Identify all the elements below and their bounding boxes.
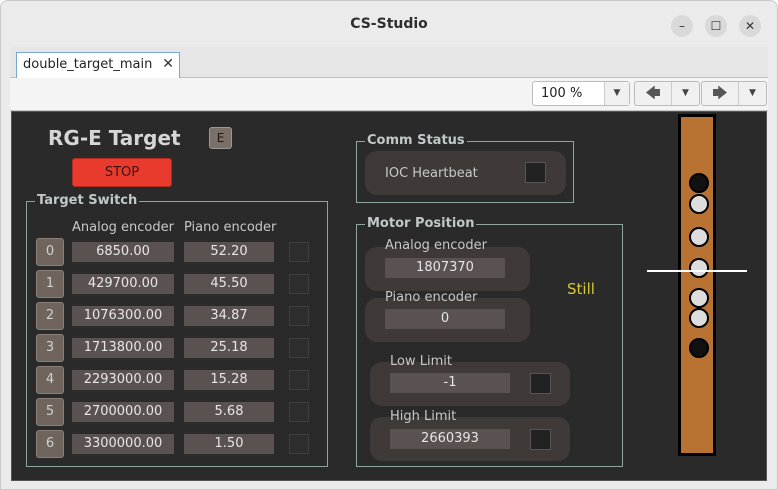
zoom-select[interactable]: 100 % ▼ xyxy=(532,81,630,106)
chevron-down-icon[interactable]: ▼ xyxy=(738,82,766,105)
motor-piano-value: 0 xyxy=(385,309,505,329)
chevron-down-icon[interactable]: ▼ xyxy=(604,82,629,105)
beam-position-line xyxy=(647,270,747,272)
forward-button[interactable]: 🡆 ▼ xyxy=(701,81,767,106)
target-1-button[interactable]: 1 xyxy=(36,270,64,298)
target-3-led xyxy=(289,338,309,358)
analog-value-4: 2293000.00 xyxy=(72,370,174,390)
target-3-button[interactable]: 3 xyxy=(36,334,64,362)
high-limit-value: 2660393 xyxy=(390,429,510,449)
motor-state: Still xyxy=(567,280,595,298)
target-hole-5 xyxy=(689,308,709,328)
heartbeat-led xyxy=(525,162,546,183)
motor-analog-value: 1807370 xyxy=(385,258,505,278)
analog-value-0: 6850.00 xyxy=(72,242,174,262)
tab-bar: double_target_main ✕ xyxy=(10,47,768,78)
title-bar: CS-Studio – ☐ ✕ xyxy=(1,1,777,47)
target-hole-0 xyxy=(689,173,709,193)
target-hole-6 xyxy=(689,338,709,358)
low-limit-value: -1 xyxy=(390,373,510,393)
motor-analog-label: Analog encoder xyxy=(385,238,487,253)
piano-encoder-header: Piano encoder xyxy=(184,220,277,235)
target-2-led xyxy=(289,306,309,326)
analog-value-2: 1076300.00 xyxy=(72,306,174,326)
target-5-button[interactable]: 5 xyxy=(36,398,64,426)
analog-value-6: 3300000.00 xyxy=(72,434,174,454)
cs-studio-window: CS-Studio – ☐ ✕ double_target_main ✕ 100… xyxy=(0,0,778,490)
piano-value-3: 25.18 xyxy=(184,338,274,358)
page-title: RG-E Target xyxy=(48,126,181,150)
arrow-left-icon: 🡄 xyxy=(645,84,661,102)
target-hole-1 xyxy=(689,194,709,214)
target-1-led xyxy=(289,274,309,294)
ioc-heartbeat-label: IOC Heartbeat xyxy=(385,166,478,181)
analog-encoder-header: Analog encoder xyxy=(72,220,174,235)
analog-value-5: 2700000.00 xyxy=(72,402,174,422)
minimize-icon[interactable]: – xyxy=(671,15,693,37)
motor-piano-label: Piano encoder xyxy=(385,290,478,305)
back-button[interactable]: 🡄 ▼ xyxy=(634,81,700,106)
target-4-led xyxy=(289,370,309,390)
comm-status-label: Comm Status xyxy=(365,133,467,148)
low-limit-led xyxy=(530,373,551,394)
zoom-value: 100 % xyxy=(541,86,583,101)
tab-close-icon[interactable]: ✕ xyxy=(162,56,174,72)
arrow-right-icon: 🡆 xyxy=(712,84,728,102)
target-0-button[interactable]: 0 xyxy=(36,238,64,266)
target-ladder xyxy=(678,114,716,456)
target-5-led xyxy=(289,402,309,422)
piano-value-4: 15.28 xyxy=(184,370,274,390)
display-toolbar: 100 % ▼ 🡄 ▼ 🡆 ▼ xyxy=(10,78,768,111)
display-panel: RG-E Target E STOP Target Switch Analog … xyxy=(11,111,767,481)
piano-value-0: 52.20 xyxy=(184,242,274,262)
target-6-button[interactable]: 6 xyxy=(36,430,64,458)
target-hole-4 xyxy=(689,288,709,308)
target-4-button[interactable]: 4 xyxy=(36,366,64,394)
piano-value-2: 34.87 xyxy=(184,306,274,326)
analog-value-3: 1713800.00 xyxy=(72,338,174,358)
target-6-led xyxy=(289,434,309,454)
target-0-led xyxy=(289,242,309,262)
tab-label: double_target_main xyxy=(23,57,153,72)
window-title: CS-Studio xyxy=(350,16,428,32)
piano-value-5: 5.68 xyxy=(184,402,274,422)
target-2-button[interactable]: 2 xyxy=(36,302,64,330)
close-icon[interactable]: ✕ xyxy=(739,15,761,37)
maximize-icon[interactable]: ☐ xyxy=(705,15,727,37)
tab-double-target-main[interactable]: double_target_main ✕ xyxy=(16,52,180,78)
motor-position-label: Motor Position xyxy=(365,216,477,231)
piano-value-1: 45.50 xyxy=(184,274,274,294)
high-limit-led xyxy=(530,429,551,450)
low-limit-label: Low Limit xyxy=(390,354,452,369)
e-button[interactable]: E xyxy=(209,127,232,149)
target-hole-3 xyxy=(689,258,709,278)
high-limit-label: High Limit xyxy=(390,409,457,424)
analog-value-1: 429700.00 xyxy=(72,274,174,294)
target-switch-group: Target Switch xyxy=(26,193,328,467)
piano-value-6: 1.50 xyxy=(184,434,274,454)
target-hole-2 xyxy=(689,227,709,247)
target-switch-label: Target Switch xyxy=(35,193,140,208)
stop-button[interactable]: STOP xyxy=(72,158,172,187)
chevron-down-icon[interactable]: ▼ xyxy=(671,82,699,105)
